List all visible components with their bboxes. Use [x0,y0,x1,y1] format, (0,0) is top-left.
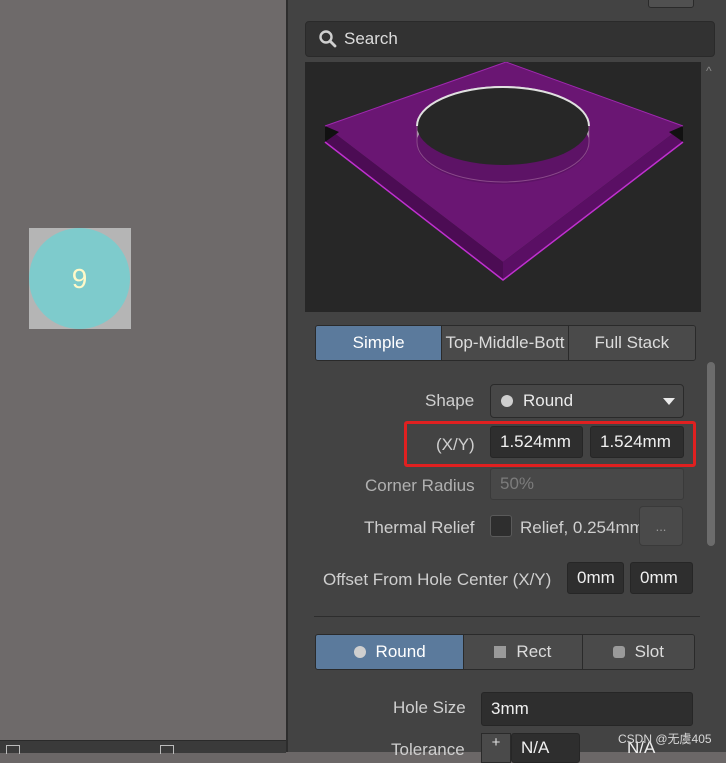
highlight-box [404,421,696,467]
pcb-canvas[interactable]: 9 [0,0,286,752]
tab-top-middle-bottom[interactable]: Top-Middle-Bott [442,326,569,360]
tab-full-stack[interactable]: Full Stack [568,326,695,360]
tolerance-plus-button[interactable]: + [481,733,511,763]
pad-3d-graphic [324,61,684,281]
status-segment [160,745,174,754]
scroll-up-arrow[interactable]: ^ [706,64,712,78]
tab-hole-slot[interactable]: Slot [582,635,694,669]
search-input[interactable]: Search [305,21,715,57]
pad-9[interactable]: 9 [29,228,130,329]
shape-label: Shape [425,391,475,410]
pad-number: 9 [71,262,88,294]
offset-x-field[interactable]: 0mm [567,562,624,594]
thermal-relief-value: Relief, 0.254mm [520,518,644,537]
thermal-relief-edit-button[interactable]: ... [639,506,683,546]
pad-mode-tabs: Simple Top-Middle-Bott Full Stack [315,325,696,361]
pad-3d-preview[interactable] [305,61,701,312]
slot-icon [612,646,625,658]
tab-hole-rect-label: Rect [516,642,552,661]
watermark: CSDN @无虞405 [618,732,712,746]
offset-y-field[interactable]: 0mm [630,562,693,594]
round-icon [353,646,366,658]
rect-icon [494,646,507,658]
hole-size-label: Hole Size [393,698,466,717]
tolerance-field-1[interactable]: N/A [511,733,580,763]
panel-top-button[interactable] [648,0,694,8]
canvas-status-bar [0,740,286,754]
tab-hole-rect[interactable]: Rect [464,635,583,669]
shape-value: Round [523,391,574,410]
search-icon [319,30,337,48]
panel-scrollbar[interactable] [707,362,715,546]
section-divider [314,616,700,617]
tolerance-label: Tolerance [391,740,465,759]
tab-hole-slot-label: Slot [634,642,664,661]
tab-hole-round-label: Round [375,642,426,661]
corner-radius-label: Corner Radius [365,476,475,495]
search-label: Search [344,29,398,48]
thermal-relief-label: Thermal Relief [364,518,475,537]
shape-dropdown[interactable]: Round [490,384,684,418]
offset-label: Offset From Hole Center (X/Y) [323,570,552,589]
corner-radius-field[interactable]: 50% [490,468,684,500]
chevron-down-icon [663,398,675,405]
hole-size-field[interactable]: 3mm [481,692,693,726]
round-shape-icon [501,395,513,407]
hole-shape-tabs: Round Rect Slot [315,634,695,670]
tab-hole-round[interactable]: Round [316,635,465,669]
thermal-relief-checkbox[interactable] [490,515,512,537]
tab-simple[interactable]: Simple [316,326,443,360]
status-segment [6,745,20,754]
